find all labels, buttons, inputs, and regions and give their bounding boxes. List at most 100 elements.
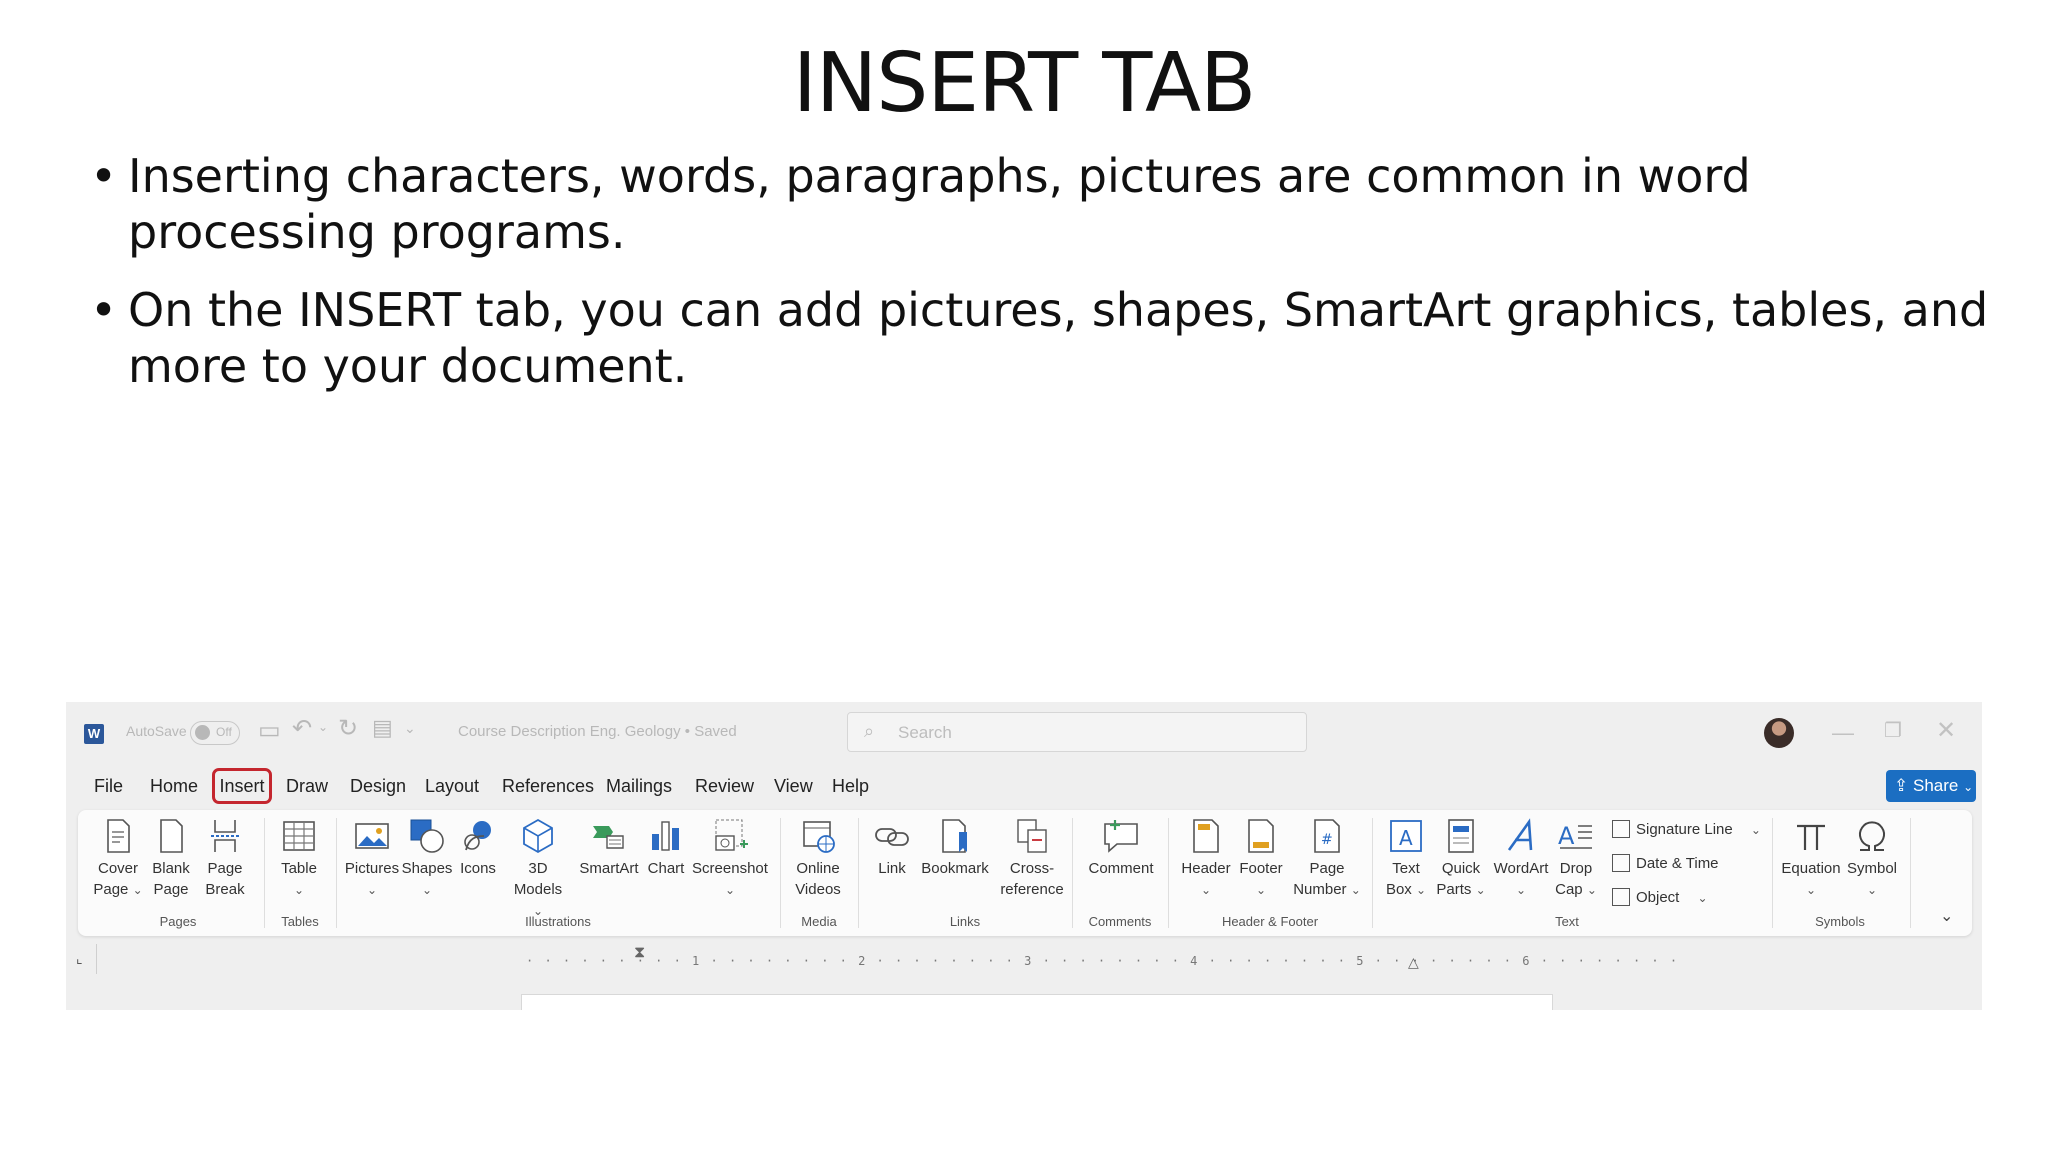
smartart-icon: [593, 826, 624, 849]
group-separator: [1072, 818, 1073, 928]
equation-button[interactable]: Equation ⌄: [1778, 816, 1844, 901]
share-button[interactable]: ⇪ Share ⌄: [1886, 770, 1976, 802]
collapse-ribbon-icon[interactable]: ⌄: [1940, 906, 1953, 926]
group-label-pages: Pages: [159, 914, 197, 929]
redo-icon[interactable]: ↻: [338, 714, 358, 743]
avatar[interactable]: [1764, 718, 1794, 748]
cross-reference-icon: [1017, 819, 1047, 853]
chart-icon: [652, 821, 679, 851]
drop-cap-icon: A: [1558, 822, 1592, 850]
group-label-text: Text: [1555, 914, 1579, 929]
autosave-toggle[interactable]: Off: [190, 721, 240, 745]
chart-button[interactable]: Chart: [644, 816, 688, 879]
drop-cap-label: Drop: [1559, 860, 1593, 877]
group-separator: [336, 818, 337, 928]
page-break-label-2: Break: [205, 881, 245, 898]
bullet-dot-icon: •: [90, 283, 118, 337]
cube-icon: [523, 818, 553, 854]
blank-page-label-2: Page: [153, 881, 189, 898]
chevron-down-icon: ⌄: [366, 883, 378, 897]
customize-toolbar-icon[interactable]: ⌄: [404, 720, 416, 737]
page-break-label: Page: [207, 860, 243, 877]
tab-design[interactable]: Design: [350, 776, 406, 797]
date-time-button[interactable]: Date & Time: [1612, 854, 1719, 872]
group-separator: [1772, 818, 1773, 928]
table-button[interactable]: Table ⌄: [274, 816, 324, 901]
quick-parts-label: Quick: [1441, 860, 1481, 877]
tab-file[interactable]: File: [94, 776, 123, 797]
signature-line-button[interactable]: Signature Line ⌄: [1612, 820, 1761, 838]
object-button[interactable]: Object ⌄: [1612, 888, 1708, 906]
bullet-item: • Inserting characters, words, paragraph…: [90, 148, 2010, 260]
wordart-icon: [1507, 818, 1533, 851]
symbol-button[interactable]: Symbol ⌄: [1844, 816, 1900, 901]
wordart-button[interactable]: WordArt ⌄: [1492, 816, 1550, 901]
close-icon[interactable]: ✕: [1936, 716, 1956, 745]
comment-label: Comment: [1088, 860, 1154, 877]
drop-cap-button[interactable]: A Drop Cap ⌄: [1552, 816, 1600, 901]
share-label: Share: [1912, 776, 1959, 795]
minimize-icon[interactable]: —: [1832, 720, 1854, 746]
tab-insert[interactable]: Insert: [212, 768, 272, 804]
indent-marker-icon[interactable]: ⧗: [634, 944, 645, 962]
text-box-button[interactable]: A Text Box ⌄: [1382, 816, 1430, 901]
footer-icon: [1248, 819, 1274, 853]
bookmark-icon: [942, 819, 967, 853]
cross-reference-button[interactable]: Cross- reference: [996, 816, 1068, 900]
shapes-button[interactable]: Shapes ⌄: [400, 816, 454, 901]
group-separator: [1168, 818, 1169, 928]
smartart-button[interactable]: SmartArt: [576, 816, 642, 879]
document-page[interactable]: [521, 994, 1553, 1010]
tab-help[interactable]: Help: [832, 776, 869, 797]
online-videos-button[interactable]: Online Videos: [788, 816, 848, 900]
chevron-down-icon: ⌄: [1415, 883, 1427, 897]
object-label: Object: [1636, 889, 1680, 906]
undo-icon[interactable]: ↶: [292, 714, 312, 743]
right-indent-marker-icon[interactable]: △: [1408, 954, 1419, 971]
chevron-down-icon: ⌄: [1255, 883, 1267, 897]
object-icon: [1612, 888, 1630, 906]
blank-page-button[interactable]: Blank Page: [146, 816, 196, 900]
pictures-button[interactable]: Pictures ⌄: [344, 816, 400, 901]
undo-dropdown-icon[interactable]: ⌄: [318, 720, 328, 734]
group-separator: [858, 818, 859, 928]
icons-label: Icons: [460, 860, 496, 877]
comment-button[interactable]: Comment: [1082, 816, 1160, 879]
bullet-list: • Inserting characters, words, paragraph…: [90, 148, 2010, 416]
tab-draw[interactable]: Draw: [286, 776, 328, 797]
quick-parts-button[interactable]: Quick Parts ⌄: [1434, 816, 1488, 901]
tab-selector-icon[interactable]: ⌞: [76, 950, 83, 967]
autosave-state: Off: [216, 725, 232, 739]
restore-icon[interactable]: ❐: [1884, 718, 1902, 743]
footer-button[interactable]: Footer ⌄: [1236, 816, 1286, 901]
slide-title: INSERT TAB: [792, 36, 1257, 131]
bookmark-button[interactable]: Bookmark: [920, 816, 990, 879]
tab-references[interactable]: References: [502, 776, 594, 797]
search-box[interactable]: ⌕ Search: [847, 712, 1307, 752]
tab-review[interactable]: Review: [695, 776, 754, 797]
table-label: Table: [281, 860, 317, 877]
print-preview-icon[interactable]: ▤: [372, 715, 393, 741]
3d-models-button[interactable]: 3D Models ⌄: [508, 816, 568, 922]
chevron-down-icon: ⌄: [1750, 823, 1761, 837]
save-icon[interactable]: ▭: [258, 716, 281, 745]
group-label-tables: Tables: [281, 914, 319, 929]
icons-button[interactable]: Icons: [456, 816, 500, 879]
comment-icon: [1104, 820, 1138, 853]
cover-page-icon: [107, 819, 130, 853]
online-videos-label-2: Videos: [795, 881, 841, 898]
screenshot-button[interactable]: Screenshot ⌄: [692, 816, 768, 901]
page-break-button[interactable]: Page Break: [200, 816, 250, 900]
link-button[interactable]: Link: [870, 816, 914, 879]
tab-view[interactable]: View: [774, 776, 813, 797]
document-title[interactable]: Course Description Eng. Geology • Saved: [458, 723, 737, 740]
header-button[interactable]: Header ⌄: [1178, 816, 1234, 901]
chevron-down-icon: ⌄: [724, 883, 736, 897]
tab-mailings[interactable]: Mailings: [606, 776, 672, 797]
page-number-button[interactable]: # Page Number ⌄: [1292, 816, 1362, 901]
tab-home[interactable]: Home: [150, 776, 198, 797]
cover-page-button[interactable]: Cover Page ⌄: [88, 816, 148, 901]
wordart-label: WordArt: [1493, 860, 1549, 877]
tab-layout[interactable]: Layout: [425, 776, 479, 797]
signature-line-icon: [1612, 820, 1630, 838]
